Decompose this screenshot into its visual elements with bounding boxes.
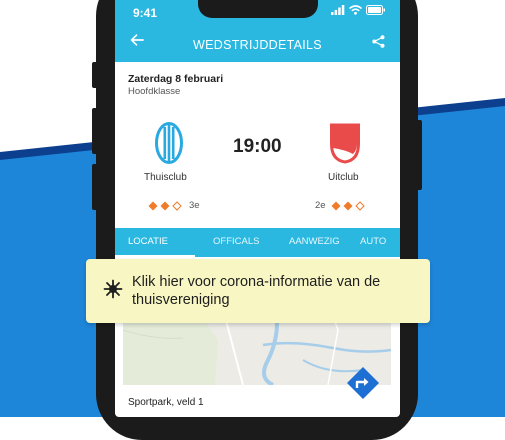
away-team-name: Uitclub xyxy=(328,172,359,183)
form-diamonds-icon xyxy=(331,200,365,211)
match-league: Hoofdklasse xyxy=(128,86,181,97)
tab-bar: LOCATIE OFFICALS AANWEZIG AUTO xyxy=(115,228,400,257)
virus-icon xyxy=(103,279,123,304)
tab-aanwezig[interactable]: AANWEZIG xyxy=(289,236,340,247)
tab-auto[interactable]: AUTO xyxy=(360,236,386,247)
form-diamonds-icon xyxy=(148,200,182,211)
corona-info-banner[interactable]: Klik hier voor corona-informatie van de … xyxy=(86,259,430,323)
phone-side-button xyxy=(92,164,98,210)
signal-icon xyxy=(331,5,345,15)
page-title: WEDSTRIJDDETAILS xyxy=(193,38,322,52)
away-team-rank: 2e xyxy=(315,200,326,211)
phone-side-button xyxy=(416,120,422,190)
battery-icon xyxy=(366,5,385,15)
directions-button[interactable] xyxy=(346,366,380,405)
home-team-name: Thuisclub xyxy=(144,172,187,183)
home-team-form: 3e xyxy=(148,200,204,211)
status-time: 9:41 xyxy=(133,6,158,20)
active-tab-indicator xyxy=(115,255,195,257)
corona-info-text: Klik hier voor corona-informatie van de … xyxy=(132,274,381,308)
phone-side-button xyxy=(92,108,98,154)
wifi-icon xyxy=(349,5,362,15)
kickoff-time: 19:00 xyxy=(233,136,282,157)
venue-name: Sportpark, veld 1 xyxy=(128,397,204,408)
home-team-rank: 3e xyxy=(189,200,200,211)
tab-locatie[interactable]: LOCATIE xyxy=(128,236,168,247)
away-team-form: 2e xyxy=(311,200,367,211)
phone-side-button xyxy=(92,62,98,88)
status-icons xyxy=(331,5,386,15)
app-screen: 9:41 WEDSTRIJDDETAILS Zaterdag 8 februar… xyxy=(115,0,400,417)
tab-officals[interactable]: OFFICALS xyxy=(213,236,259,247)
match-date: Zaterdag 8 februari xyxy=(128,73,224,85)
share-icon xyxy=(372,35,385,48)
share-button[interactable] xyxy=(372,35,385,53)
red-shield-icon xyxy=(330,123,360,164)
away-team-logo[interactable] xyxy=(330,122,360,169)
directions-icon xyxy=(347,367,379,399)
striped-shield-icon xyxy=(155,122,183,164)
home-team-logo[interactable] xyxy=(155,122,183,169)
phone-notch xyxy=(198,0,318,18)
app-header: 9:41 WEDSTRIJDDETAILS xyxy=(115,0,400,62)
